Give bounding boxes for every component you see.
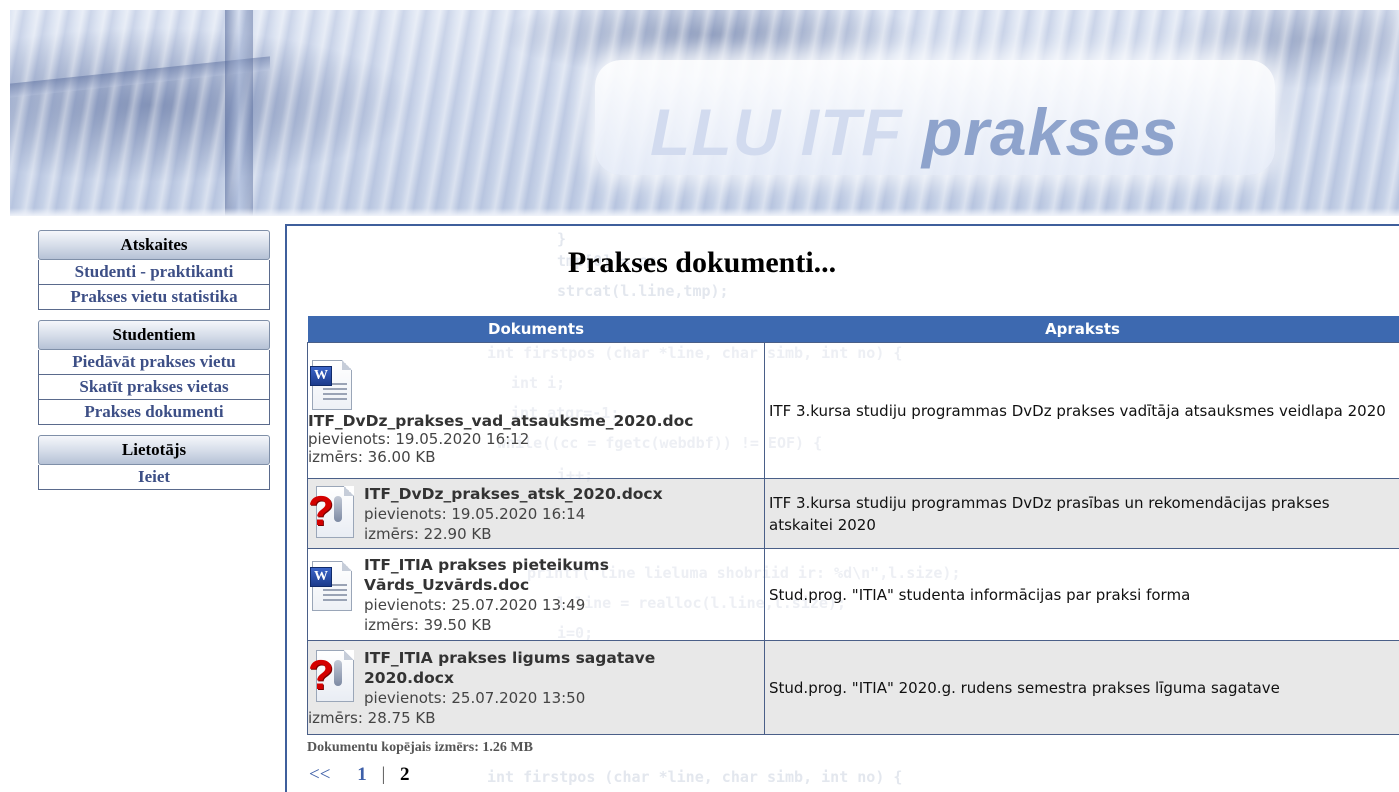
table-header-row: Dokuments Apraksts bbox=[308, 316, 1399, 343]
description-cell: ITF 3.kursa studiju programmas DvDz prak… bbox=[765, 343, 1399, 479]
document-entry: W ITF_ITIA prakses pieteikums Vārds_Uzvā… bbox=[308, 553, 764, 637]
document-size: izmērs: 36.00 KB bbox=[308, 448, 762, 466]
documents-total-size: Dokumentu kopējais izmērs: 1.26 MB bbox=[307, 740, 533, 756]
code-line: int firstpos (char *line, char simb, int… bbox=[487, 766, 902, 788]
logo-prakses: prakses bbox=[922, 95, 1179, 169]
menu-item-prakses-vietu-statistika[interactable]: Prakses vietu statistika bbox=[38, 285, 270, 310]
word-document-icon[interactable]: W bbox=[308, 559, 354, 615]
menu-group-lietotajs: Lietotājs Ieiet bbox=[38, 435, 270, 490]
document-added-date: pievienots: 25.07.2020 13:49 bbox=[364, 595, 664, 615]
header-banner: LLU ITF prakses bbox=[10, 10, 1399, 216]
document-link[interactable]: ITF_DvDz_prakses_atsk_2020.docx bbox=[364, 484, 663, 504]
description-cell: Stud.prog. "ITIA" studenta informācijas … bbox=[765, 549, 1399, 641]
document-size: izmērs: 39.50 KB bbox=[364, 615, 664, 635]
document-entry: W ITF_DvDz_prakses_vad_atsauksme_2020.do… bbox=[308, 354, 764, 468]
pager-current-page: 2 bbox=[400, 764, 410, 785]
document-size: izmērs: 22.90 KB bbox=[364, 524, 663, 544]
document-cell: ? ITF_DvDz_prakses_atsk_2020.docx pievie… bbox=[308, 479, 765, 549]
menu-item-studenti-praktikanti[interactable]: Studenti - praktikanti bbox=[38, 260, 270, 285]
banner-signpost bbox=[225, 10, 253, 216]
document-info: ITF_DvDz_prakses_vad_atsauksme_2020.doc … bbox=[308, 412, 762, 466]
description-cell: ITF 3.kursa studiju programmas DvDz pras… bbox=[765, 479, 1399, 549]
column-header-dokuments: Dokuments bbox=[308, 316, 765, 343]
menu-group-studentiem: Studentiem Piedāvāt prakses vietu Skatīt… bbox=[38, 320, 270, 425]
document-entry: ? ITF_ITIA prakses ligums sagatave 2020.… bbox=[308, 646, 764, 730]
menu-item-skatit-prakses-vietas[interactable]: Skatīt prakses vietas bbox=[38, 375, 270, 400]
page-title: Prakses dokumenti... bbox=[287, 246, 1117, 280]
document-entry: ? ITF_DvDz_prakses_atsk_2020.docx pievie… bbox=[308, 482, 764, 546]
document-cell: W ITF_ITIA prakses pieteikums Vārds_Uzvā… bbox=[308, 549, 765, 641]
document-info: ITF_DvDz_prakses_atsk_2020.docx pievieno… bbox=[354, 484, 663, 544]
menu-item-ieiet[interactable]: Ieiet bbox=[38, 465, 270, 490]
banner-fade bbox=[10, 208, 1399, 216]
description-cell: Stud.prog. "ITIA" 2020.g. rudens semestr… bbox=[765, 641, 1399, 735]
unknown-document-icon[interactable]: ? bbox=[308, 648, 354, 704]
documents-table: Dokuments Apraksts W ITF_DvDz_prakses_va… bbox=[307, 316, 1399, 735]
menu-item-prakses-dokumenti[interactable]: Prakses dokumenti bbox=[38, 400, 270, 425]
document-cell: W ITF_DvDz_prakses_vad_atsauksme_2020.do… bbox=[308, 343, 765, 479]
document-added-date: pievienots: 19.05.2020 16:14 bbox=[364, 504, 663, 524]
unknown-document-icon[interactable]: ? bbox=[308, 484, 354, 540]
document-link[interactable]: ITF_DvDz_prakses_vad_atsauksme_2020.doc bbox=[308, 412, 762, 430]
pagination: << 1 | 2 bbox=[309, 764, 420, 786]
menu-heading-lietotajs: Lietotājs bbox=[38, 435, 270, 465]
sidebar-menu: Atskaites Studenti - praktikanti Prakses… bbox=[38, 230, 270, 500]
column-header-apraksts: Apraksts bbox=[765, 316, 1399, 343]
main-content: } tmp[0] = cc; strcat(l.line,tmp); int f… bbox=[285, 224, 1399, 792]
menu-heading-studentiem: Studentiem bbox=[38, 320, 270, 350]
menu-item-piedavat-prakses-vietu[interactable]: Piedāvāt prakses vietu bbox=[38, 350, 270, 375]
table-row: ? ITF_ITIA prakses ligums sagatave 2020.… bbox=[308, 641, 1399, 735]
logo-llu-itf: LLU ITF bbox=[650, 95, 903, 169]
document-info: ITF_ITIA prakses ligums sagatave 2020.do… bbox=[354, 648, 704, 728]
pager-previous-link[interactable]: << bbox=[309, 764, 330, 785]
document-added-date: pievienots: 25.07.2020 13:50 bbox=[364, 688, 704, 708]
document-cell: ? ITF_ITIA prakses ligums sagatave 2020.… bbox=[308, 641, 765, 735]
word-document-icon[interactable]: W bbox=[308, 358, 354, 414]
pager-separator: | bbox=[381, 764, 385, 785]
document-added-date: pievienots: 19.05.2020 16:12 bbox=[308, 430, 762, 448]
pager-page-1-link[interactable]: 1 bbox=[357, 764, 367, 785]
site-logo-title: LLU ITF prakses bbox=[650, 82, 1178, 182]
table-row: W ITF_ITIA prakses pieteikums Vārds_Uzvā… bbox=[308, 549, 1399, 641]
document-link[interactable]: ITF_ITIA prakses pieteikums Vārds_Uzvārd… bbox=[364, 555, 664, 595]
table-row: ? ITF_DvDz_prakses_atsk_2020.docx pievie… bbox=[308, 479, 1399, 549]
document-info: ITF_ITIA prakses pieteikums Vārds_Uzvārd… bbox=[354, 555, 664, 635]
code-line: strcat(l.line,tmp); bbox=[557, 280, 729, 302]
menu-group-atskaites: Atskaites Studenti - praktikanti Prakses… bbox=[38, 230, 270, 310]
table-row: W ITF_DvDz_prakses_vad_atsauksme_2020.do… bbox=[308, 343, 1399, 479]
menu-heading-atskaites: Atskaites bbox=[38, 230, 270, 260]
document-size: izmērs: 28.75 KB bbox=[308, 708, 704, 728]
document-link[interactable]: ITF_ITIA prakses ligums sagatave 2020.do… bbox=[364, 648, 704, 688]
